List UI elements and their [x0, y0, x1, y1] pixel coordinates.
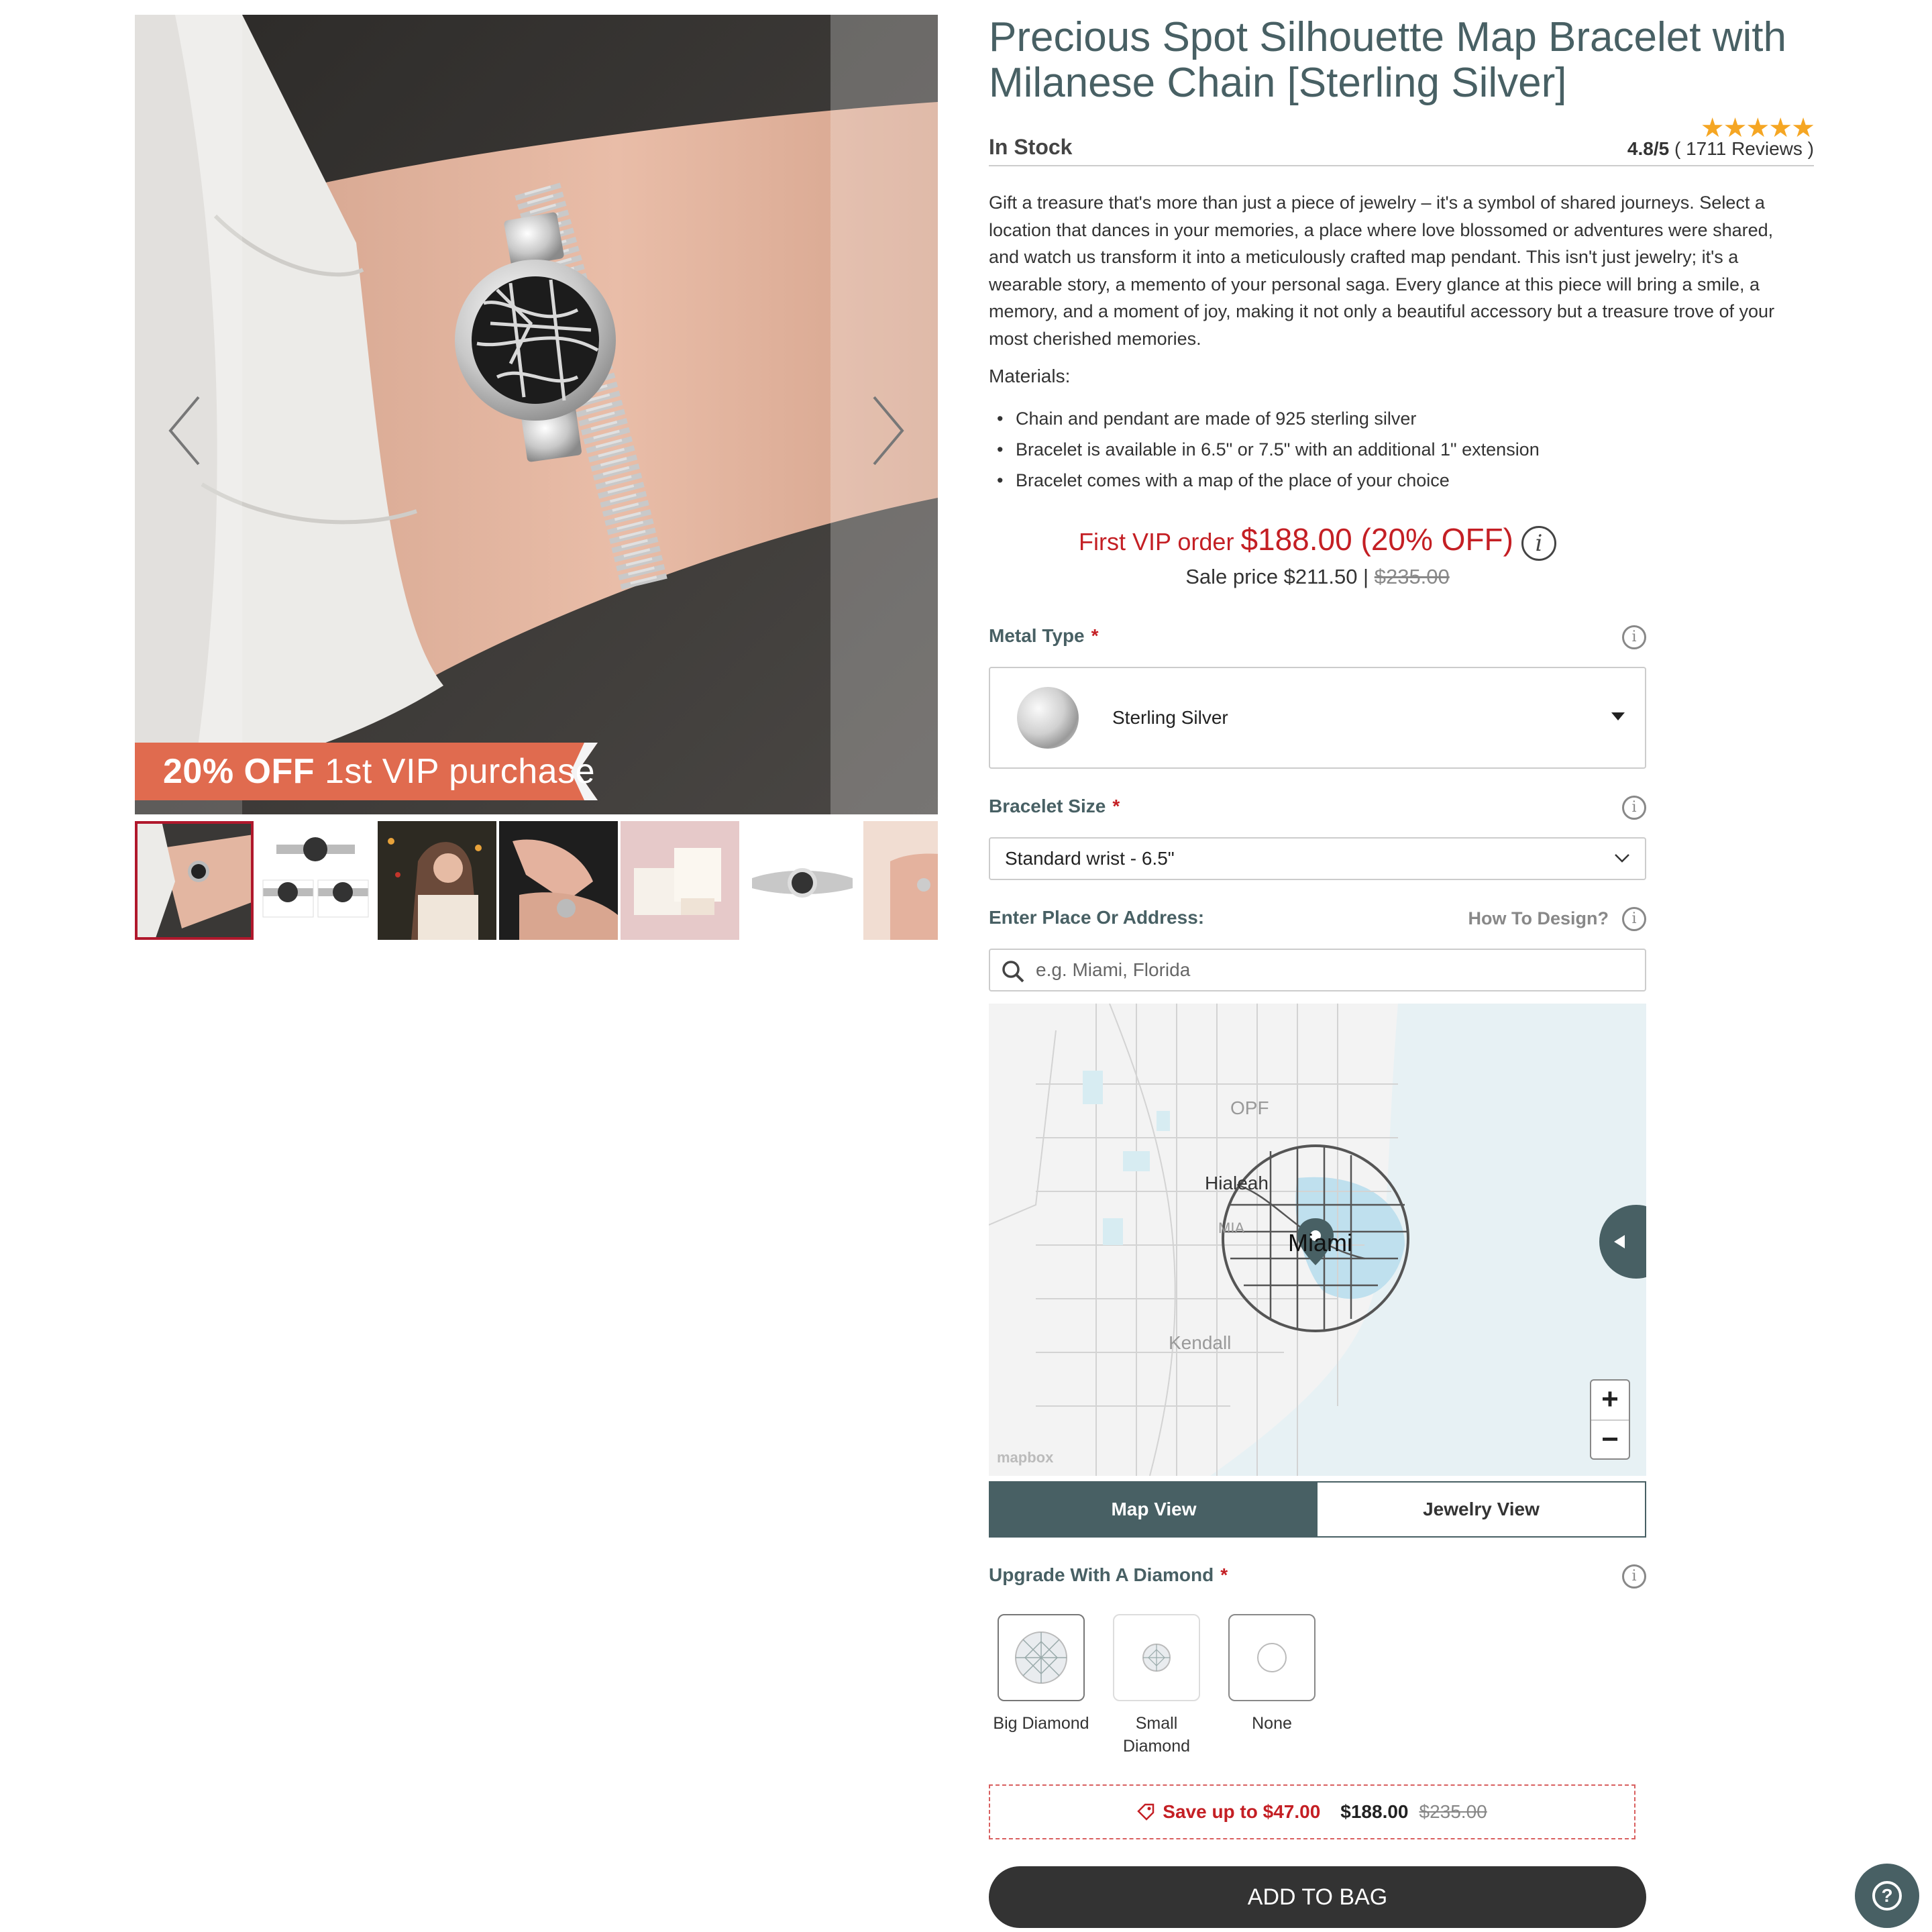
empty-circle-icon: [1257, 1643, 1287, 1673]
metal-type-select[interactable]: Sterling Silver: [989, 667, 1646, 769]
diamond-option-label: Small Diamond: [1122, 1714, 1191, 1756]
metal-type-value: Sterling Silver: [1112, 707, 1228, 729]
mapbox-logo[interactable]: mapbox: [997, 1449, 1053, 1466]
map-view-tab[interactable]: Map View: [990, 1483, 1318, 1537]
main-product-image[interactable]: 20% OFF 1st VIP purchase: [135, 15, 938, 814]
thumbnail-model-photo: [378, 821, 496, 940]
bracelet-on-wrist-photo: [135, 15, 938, 814]
chevron-down-icon: [1615, 854, 1629, 863]
vip-price: First VIP order $188.00 (20% OFF) i: [989, 521, 1646, 561]
required-mark: *: [1220, 1564, 1228, 1586]
diamond-option-label: Big Diamond: [993, 1714, 1089, 1733]
map-label-mia: MIA: [1218, 1220, 1245, 1237]
how-to-design-link[interactable]: How To Design?: [1468, 908, 1609, 929]
product-info-panel: Precious Spot Silhouette Map Bracelet wi…: [989, 14, 1815, 1929]
add-to-bag-button[interactable]: ADD TO BAG: [989, 1866, 1646, 1929]
sale-price-label: Sale price $211.50 |: [1185, 565, 1375, 589]
thumbnail-strip: [135, 821, 938, 940]
map-label-opf: OPF: [1230, 1097, 1269, 1119]
thumbnail-wrist-photo-2: [863, 821, 938, 940]
compare-price: $235.00: [1419, 1801, 1487, 1823]
place-info-icon[interactable]: i: [1622, 907, 1646, 932]
diamond-option-box: [998, 1614, 1085, 1702]
caret-down-icon: [1611, 712, 1625, 721]
diamond-options: Big Diamond Small Diamond None: [989, 1614, 1814, 1758]
price-tag-icon: [1137, 1804, 1155, 1821]
vip-price-label: First VIP order: [1079, 528, 1241, 555]
diamond-option-box: [1228, 1614, 1316, 1702]
thumbnail-wrist-photo: [135, 821, 254, 940]
materials-heading: Materials:: [989, 366, 1071, 386]
product-title: Precious Spot Silhouette Map Bracelet wi…: [989, 14, 1786, 106]
diamond-option-box: [1113, 1614, 1200, 1702]
zoom-out-button[interactable]: −: [1591, 1419, 1629, 1458]
original-price: $235.00: [1374, 565, 1450, 589]
diamond-info-icon[interactable]: i: [1622, 1564, 1646, 1589]
thumbnail-6[interactable]: [742, 821, 861, 940]
chevron-right-icon: [873, 396, 904, 466]
map-label-miami: Miami: [1288, 1229, 1352, 1257]
size-info-icon[interactable]: i: [1622, 796, 1646, 820]
bracelet-size-value: Standard wrist - 6.5": [1005, 848, 1175, 869]
savings-box: Save up to $47.00 $188.00 $235.00: [989, 1784, 1635, 1840]
rating-summary[interactable]: 4.8/5 ( 1711 Reviews ): [1627, 138, 1814, 160]
required-mark: *: [1091, 625, 1099, 647]
help-button[interactable]: ?: [1855, 1864, 1919, 1928]
diamond-option-small[interactable]: Small Diamond: [1108, 1614, 1205, 1758]
thumbnail-product-variants: [256, 821, 375, 940]
next-image-button[interactable]: [864, 390, 911, 471]
diamond-upgrade-label: Upgrade With A Diamond * i: [989, 1564, 1646, 1591]
view-toggle: Map View Jewelry View: [989, 1481, 1646, 1538]
materials-item: Bracelet is available in 6.5" or 7.5" wi…: [989, 434, 1814, 465]
vip-info-icon[interactable]: i: [1521, 526, 1556, 561]
thumbnail-7[interactable]: [863, 821, 938, 940]
product-description: Gift a treasure that's more than just a …: [989, 193, 1775, 349]
thumbnail-4[interactable]: [499, 821, 618, 940]
bracelet-size-label: Bracelet Size * i: [989, 796, 1646, 822]
diamond-option-none[interactable]: None: [1224, 1614, 1320, 1758]
thumbnail-2[interactable]: [256, 821, 375, 940]
vip-price-value: $188.00 (20% OFF): [1240, 522, 1513, 557]
thumbnail-hands-photo: [499, 821, 618, 940]
current-price: $188.00: [1340, 1801, 1409, 1823]
product-gallery: 20% OFF 1st VIP purchase: [135, 15, 938, 940]
big-diamond-icon: [1015, 1631, 1067, 1684]
materials-item: Chain and pendant are made of 925 sterli…: [989, 403, 1814, 434]
thumbnail-bracelet-photo: [742, 821, 861, 940]
map-preview[interactable]: OPF Hialeah MIA Kendall Miami + − mapbox: [989, 1004, 1646, 1477]
promo-text: 20% OFF 1st VIP purchase: [163, 752, 595, 791]
stock-rating-row: In Stock ★★★★★ 4.8/5 ( 1711 Reviews ): [989, 110, 1815, 166]
thumbnail-3[interactable]: [378, 821, 496, 940]
thumbnail-5[interactable]: [621, 821, 739, 940]
place-search-field[interactable]: [989, 949, 1646, 992]
map-label-hialeah: Hialeah: [1205, 1173, 1269, 1194]
vip-promo-banner: 20% OFF 1st VIP purchase: [135, 743, 598, 800]
map-label-kendall: Kendall: [1169, 1332, 1232, 1354]
required-mark: *: [1112, 796, 1120, 817]
materials-item: Bracelet comes with a map of the place o…: [989, 465, 1814, 496]
search-icon: [1002, 961, 1024, 983]
zoom-control: + −: [1590, 1379, 1630, 1460]
small-diamond-icon: [1142, 1644, 1171, 1672]
silver-swatch: [1017, 687, 1079, 749]
diamond-option-label: None: [1252, 1714, 1292, 1733]
question-icon: ?: [1872, 1881, 1902, 1911]
materials-list: Chain and pendant are made of 925 sterli…: [989, 403, 1814, 496]
bracelet-size-select[interactable]: Standard wrist - 6.5": [989, 837, 1646, 881]
stock-status: In Stock: [989, 135, 1073, 159]
jewelry-view-tab[interactable]: Jewelry View: [1318, 1483, 1645, 1537]
diamond-option-big[interactable]: Big Diamond: [993, 1614, 1089, 1758]
metal-type-label: Metal Type * i: [989, 625, 1646, 652]
savings-amount: Save up to $47.00: [1163, 1801, 1321, 1823]
zoom-in-button[interactable]: +: [1591, 1381, 1629, 1419]
place-search-input[interactable]: [1036, 954, 1626, 987]
metal-info-icon[interactable]: i: [1622, 625, 1646, 650]
thumbnail-1[interactable]: [135, 821, 254, 940]
sale-price: Sale price $211.50 | $235.00: [989, 565, 1646, 589]
chevron-left-icon: [168, 396, 200, 466]
thumbnail-gift-box-photo: [621, 821, 739, 940]
previous-image-button[interactable]: [162, 390, 209, 471]
place-label: Enter Place Or Address: How To Design? i: [989, 907, 1646, 934]
